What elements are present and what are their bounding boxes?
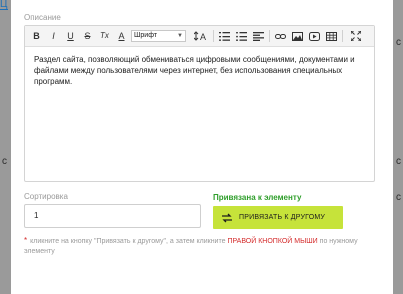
required-star: * [24,236,28,245]
video-icon[interactable] [308,29,321,43]
link-icon[interactable] [274,29,287,43]
ordered-list-icon[interactable] [218,29,231,43]
underline-icon[interactable]: U [64,29,77,43]
image-icon[interactable] [291,29,304,43]
svg-text:A: A [200,32,206,41]
sort-input[interactable]: 1 [24,204,201,228]
backdrop-side-char: с [396,156,401,167]
bold-icon[interactable]: B [30,29,43,43]
italic-icon[interactable]: I [47,29,60,43]
text-color-icon[interactable]: A [115,29,128,43]
sort-label: Сортировка [24,192,68,201]
hint-note: * кликните на кнопку "Привязать к другому… [24,236,376,257]
backdrop-side-char: с [2,156,7,167]
editor-content[interactable]: Раздел сайта, позволяющий обмениваться ц… [34,54,359,87]
align-icon[interactable] [252,29,265,43]
font-select-value: Шрифт [134,32,158,39]
font-size-icon[interactable]: A [193,29,209,43]
unordered-list-icon[interactable] [235,29,248,43]
backdrop-tab-underline [0,9,8,10]
strikethrough-icon[interactable]: S [81,29,94,43]
bind-button-label: ПРИВЯЗАТЬ К ДРУГОМУ [239,214,326,221]
clear-format-icon[interactable]: Tx [98,29,111,43]
toolbar-divider [342,30,343,42]
bind-to-other-button[interactable]: ПРИВЯЗАТЬ К ДРУГОМУ [213,206,343,229]
backdrop-side-char: с [396,192,401,203]
table-icon[interactable] [325,29,338,43]
description-editor[interactable]: B I U S Tx A Шрифт ▼ A Раздел сайта, поз… [24,25,375,182]
backdrop-left [0,0,11,294]
font-select[interactable]: Шрифт ▼ [131,30,186,42]
hint-text-1: кликните на кнопку "Привязать к другому"… [30,238,226,245]
toolbar-divider [269,30,270,42]
toolbar-divider [213,30,214,42]
bound-element-label: Привязана к элементу [213,193,302,202]
fullscreen-icon[interactable] [349,29,362,43]
edit-modal: Описание B I U S Tx A Шрифт ▼ A Раздел с… [11,0,393,294]
hint-text-highlight: ПРАВОЙ КНОПКОЙ МЫШИ [227,238,318,245]
backdrop-side-char: с [396,37,401,48]
description-label: Описание [24,13,61,22]
editor-toolbar: B I U S Tx A Шрифт ▼ A [25,26,374,47]
swap-icon [222,213,232,222]
chevron-down-icon: ▼ [177,33,183,39]
